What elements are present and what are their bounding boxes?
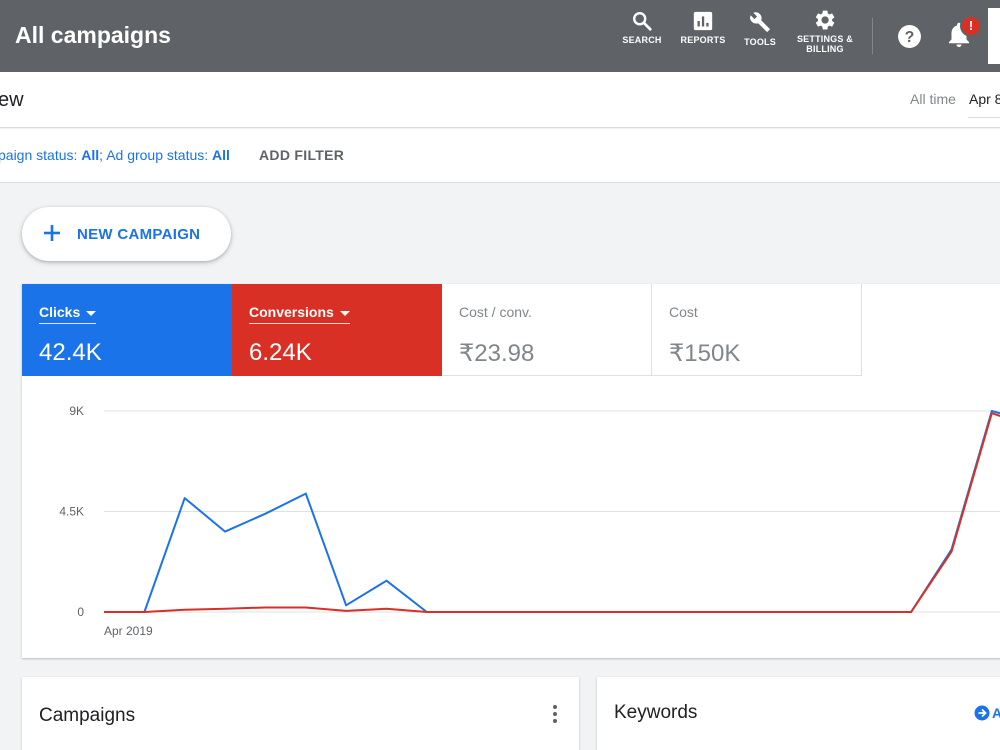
overview-bar: ew All time Apr 8 <box>0 72 1000 128</box>
dropdown-caret-icon <box>339 310 350 316</box>
date-preset-label: All time <box>910 91 956 107</box>
series-line-conversions <box>104 412 1000 613</box>
metric-cpc-label: Cost / conv. <box>459 304 532 320</box>
y-tick-label: 0 <box>77 605 84 619</box>
metric-clicks-label[interactable]: Clicks <box>39 304 97 324</box>
reports-button[interactable]: REPORTS <box>680 10 726 45</box>
metric-cost[interactable]: Cost ₹150K <box>652 284 862 376</box>
metric-cost-value: ₹150K <box>669 340 741 367</box>
settings-label-line2: BILLING <box>806 44 844 54</box>
reports-label: REPORTS <box>680 35 726 45</box>
add-circle-icon[interactable] <box>974 705 990 721</box>
metric-clicks[interactable]: Clicks 42.4K <box>22 284 232 376</box>
campaign-status-label: paign status: <box>0 147 82 163</box>
filter-bar: paign status: All; Ad group status: All … <box>0 129 1000 183</box>
metric-cpc-value: ₹23.98 <box>459 340 535 367</box>
metric-clicks-value: 42.4K <box>39 339 102 366</box>
account-area[interactable] <box>988 8 1000 64</box>
search-button[interactable]: SEARCH <box>622 10 662 45</box>
header-divider <box>872 18 873 54</box>
tools-button[interactable]: TOOLS <box>742 10 778 47</box>
campaigns-card-title: Campaigns <box>39 705 136 726</box>
svg-text:?: ? <box>905 29 915 46</box>
active-filters[interactable]: paign status: All; Ad group status: All <box>0 147 230 163</box>
x-tick-label: Apr 2019 <box>104 624 153 638</box>
metric-conversions-label-text: Conversions <box>249 304 334 320</box>
date-range-selector[interactable]: Apr 8 <box>968 82 1000 118</box>
page-title: ew <box>0 89 24 111</box>
more-options-icon[interactable] <box>552 704 558 724</box>
adgroup-status-value: All <box>212 147 230 163</box>
performance-chart: 9K 4.5K 0 Apr 2019 <box>59 404 1000 638</box>
adgroup-status-label: Ad group status: <box>106 147 213 163</box>
metric-cost-label: Cost <box>669 304 698 320</box>
metric-conversions[interactable]: Conversions 6.24K <box>232 284 442 376</box>
add-filter-button[interactable]: ADD FILTER <box>259 147 344 163</box>
y-tick-label: 9K <box>69 404 84 418</box>
plus-icon <box>44 225 60 241</box>
help-icon[interactable]: ? <box>897 24 922 49</box>
y-tick-label: 4.5K <box>59 505 84 519</box>
metric-cost-per-conversion[interactable]: Cost / conv. ₹23.98 <box>442 284 652 376</box>
dropdown-caret-icon <box>86 310 97 316</box>
new-campaign-label: NEW CAMPAIGN <box>77 226 201 243</box>
metric-conversions-label[interactable]: Conversions <box>249 304 350 324</box>
keywords-card: Keywords A <box>597 677 1000 750</box>
new-campaign-button[interactable]: NEW CAMPAIGN <box>22 207 231 261</box>
reports-icon <box>693 11 713 31</box>
settings-label-line1: SETTINGS & <box>796 34 853 44</box>
campaign-status-value: All <box>81 147 100 163</box>
performance-card: Clicks 42.4K Conversions 6.24K Cost / co… <box>22 284 1000 658</box>
wrench-icon <box>750 12 770 32</box>
keywords-card-title: Keywords <box>614 702 698 723</box>
metric-clicks-label-text: Clicks <box>39 304 81 320</box>
keywords-action-label[interactable]: A <box>992 705 1000 721</box>
metric-conversions-value: 6.24K <box>249 339 312 366</box>
page-header-title: All campaigns <box>15 22 171 48</box>
gear-icon <box>815 10 835 30</box>
campaigns-card: Campaigns <box>22 677 579 750</box>
notification-badge: ! <box>960 15 982 37</box>
tools-label: TOOLS <box>744 37 776 47</box>
top-header: All campaigns SEARCH REPORTS TOOLS SETTI… <box>0 0 1000 72</box>
search-label: SEARCH <box>622 35 662 45</box>
settings-billing-button[interactable]: SETTINGS & BILLING <box>796 8 854 54</box>
search-icon <box>633 12 652 31</box>
